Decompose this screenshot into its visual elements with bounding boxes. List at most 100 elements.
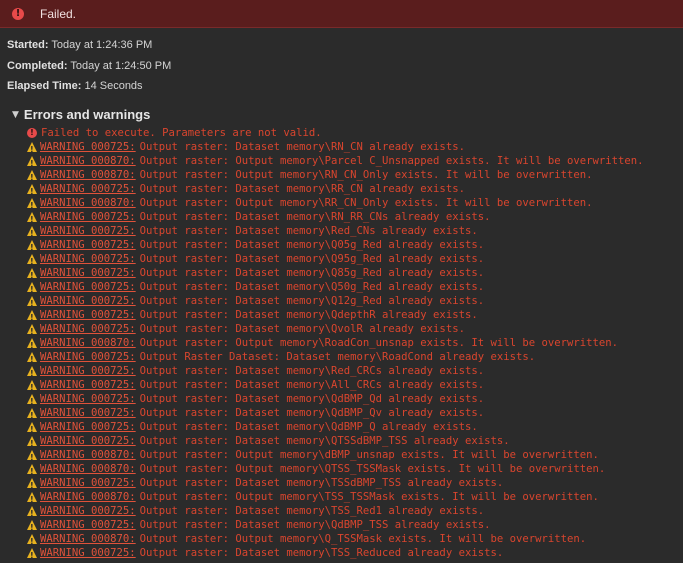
warning-code-link[interactable]: WARNING 000725: [40,434,136,448]
warning-code-link[interactable]: WARNING 000725: [40,378,136,392]
warning-icon [27,506,37,521]
warning-icon [27,422,37,437]
warning-message: Output raster: Dataset memory\Q95g_Red a… [139,253,485,265]
status-banner: ! Failed. [0,0,683,28]
elapsed-label: Elapsed Time: [7,80,82,92]
warning-icon [27,324,37,339]
warning-code-link[interactable]: WARNING 000725: [40,294,136,308]
warning-message: Output raster: Dataset memory\TSSdBMP_TS… [139,477,504,489]
warning-code-link[interactable]: WARNING 000725: [40,392,136,406]
warning-row: WARNING 000725:Output Raster Dataset: Da… [27,350,683,367]
warning-icon [27,170,37,185]
warning-row: WARNING 000725:Output raster: Dataset me… [27,476,683,493]
warning-icon [27,212,37,227]
warning-row: WARNING 000870:Output raster: Output mem… [27,448,683,465]
warning-icon [27,464,37,479]
warning-message: Output raster: Output memory\TSS_TSSMask… [139,491,599,503]
warning-code-link[interactable]: WARNING 000870: [40,448,136,462]
warning-code-link[interactable]: WARNING 000725: [40,252,136,266]
warning-message: Output raster: Output memory\RR_CN_Only … [139,197,593,209]
warning-code-link[interactable]: WARNING 000725: [40,238,136,252]
warning-icon [27,184,37,199]
completed-value: Today at 1:24:50 PM [70,60,172,72]
warning-row: WARNING 000725:Output raster: Dataset me… [27,252,683,269]
warning-row: WARNING 000870:Output raster: Output mem… [27,336,683,353]
warning-message: Output raster: Output memory\RoadCon_uns… [139,337,619,349]
warning-message: Output raster: Output memory\dBMP_unsnap… [139,449,599,461]
warning-code-link[interactable]: WARNING 000870: [40,336,136,350]
started-label: Started: [7,39,49,51]
warning-code-link[interactable]: WARNING 000725: [40,546,136,560]
warning-icon [27,450,37,465]
error-icon: ! [12,7,24,20]
warning-icon [27,534,37,549]
warning-code-link[interactable]: WARNING 000725: [40,406,136,420]
warning-code-link[interactable]: WARNING 000870: [40,490,136,504]
warning-code-link[interactable]: WARNING 000725: [40,280,136,294]
warning-row: WARNING 000725:Output raster: Dataset me… [27,210,683,227]
warning-message: Output raster: Dataset memory\All_CRCs a… [139,379,485,391]
error-row: ! Failed to execute. Parameters are not … [27,126,683,140]
warning-code-link[interactable]: WARNING 000725: [40,518,136,532]
warning-message: Output raster: Dataset memory\QdBMP_Q al… [139,421,478,433]
warning-message: Output raster: Output memory\Q_TSSMask e… [139,533,587,545]
warning-message: Output raster: Dataset memory\QdBMP_Qv a… [139,407,485,419]
warning-icon [27,142,37,157]
warning-code-link[interactable]: WARNING 000725: [40,266,136,280]
warning-message: Output raster: Dataset memory\Q50g_Red a… [139,281,485,293]
warning-code-link[interactable]: WARNING 000725: [40,364,136,378]
warning-row: WARNING 000725:Output raster: Dataset me… [27,504,683,521]
elapsed-info: Elapsed Time: 14 Seconds [7,80,143,92]
warning-message: Output raster: Dataset memory\RN_CN alre… [139,141,465,153]
warning-icon [27,352,37,367]
warning-code-link[interactable]: WARNING 000870: [40,154,136,168]
warning-code-link[interactable]: WARNING 000725: [40,210,136,224]
warning-icon [27,282,37,297]
warning-code-link[interactable]: WARNING 000870: [40,168,136,182]
warning-icon [27,394,37,409]
warning-message: Output raster: Output memory\QTSS_TSSMas… [139,463,606,475]
warning-row: WARNING 000870:Output raster: Output mem… [27,154,683,171]
warning-icon [27,520,37,535]
warning-code-link[interactable]: WARNING 000725: [40,476,136,490]
warning-code-link[interactable]: WARNING 000870: [40,196,136,210]
warning-message: Output raster: Dataset memory\QdBMP_Qd a… [139,393,485,405]
warning-icon [27,296,37,311]
warning-code-link[interactable]: WARNING 000725: [40,224,136,238]
status-text: Failed. [40,6,77,21]
warning-message: Output raster: Dataset memory\Q12g_Red a… [139,295,485,307]
started-value: Today at 1:24:36 PM [51,39,153,51]
warning-icon [27,156,37,171]
messages-list: ! Failed to execute. Parameters are not … [27,126,683,560]
warning-icon [27,492,37,507]
warning-row: WARNING 000725:Output raster: Dataset me… [27,392,683,409]
warning-code-link[interactable]: WARNING 000725: [40,504,136,518]
warning-row: WARNING 000725:Output raster: Dataset me… [27,266,683,283]
errors-warnings-toggle[interactable]: ▼ Errors and warnings [12,107,150,122]
warning-row: WARNING 000725:Output raster: Dataset me… [27,140,683,157]
warning-code-link[interactable]: WARNING 000725: [40,322,136,336]
warning-code-link[interactable]: WARNING 000725: [40,350,136,364]
completed-info: Completed: Today at 1:24:50 PM [7,60,171,72]
warning-icon [27,226,37,241]
warning-code-link[interactable]: WARNING 000725: [40,140,136,154]
warning-code-link[interactable]: WARNING 000725: [40,420,136,434]
warning-icon [27,366,37,381]
warning-message: Output raster: Dataset memory\Q85g_Red a… [139,267,485,279]
completed-label: Completed: [7,60,68,72]
warning-code-link[interactable]: WARNING 000870: [40,462,136,476]
chevron-down-icon[interactable]: ▼ [12,110,19,120]
warning-code-link[interactable]: WARNING 000870: [40,532,136,546]
warning-code-link[interactable]: WARNING 000725: [40,182,136,196]
warning-row: WARNING 000725:Output raster: Dataset me… [27,294,683,311]
warning-row: WARNING 000725:Output raster: Dataset me… [27,406,683,423]
warning-icon [27,548,37,560]
warning-icon [27,436,37,451]
warning-code-link[interactable]: WARNING 000725: [40,308,136,322]
warning-icon [27,198,37,213]
warning-message: Output raster: Dataset memory\QdepthR al… [139,309,478,321]
warning-row: WARNING 000725:Output raster: Dataset me… [27,238,683,255]
warning-row: WARNING 000725:Output raster: Dataset me… [27,182,683,199]
warning-message: Output raster: Dataset memory\QTSSdBMP_T… [139,435,510,447]
warning-row: WARNING 000725:Output raster: Dataset me… [27,308,683,325]
